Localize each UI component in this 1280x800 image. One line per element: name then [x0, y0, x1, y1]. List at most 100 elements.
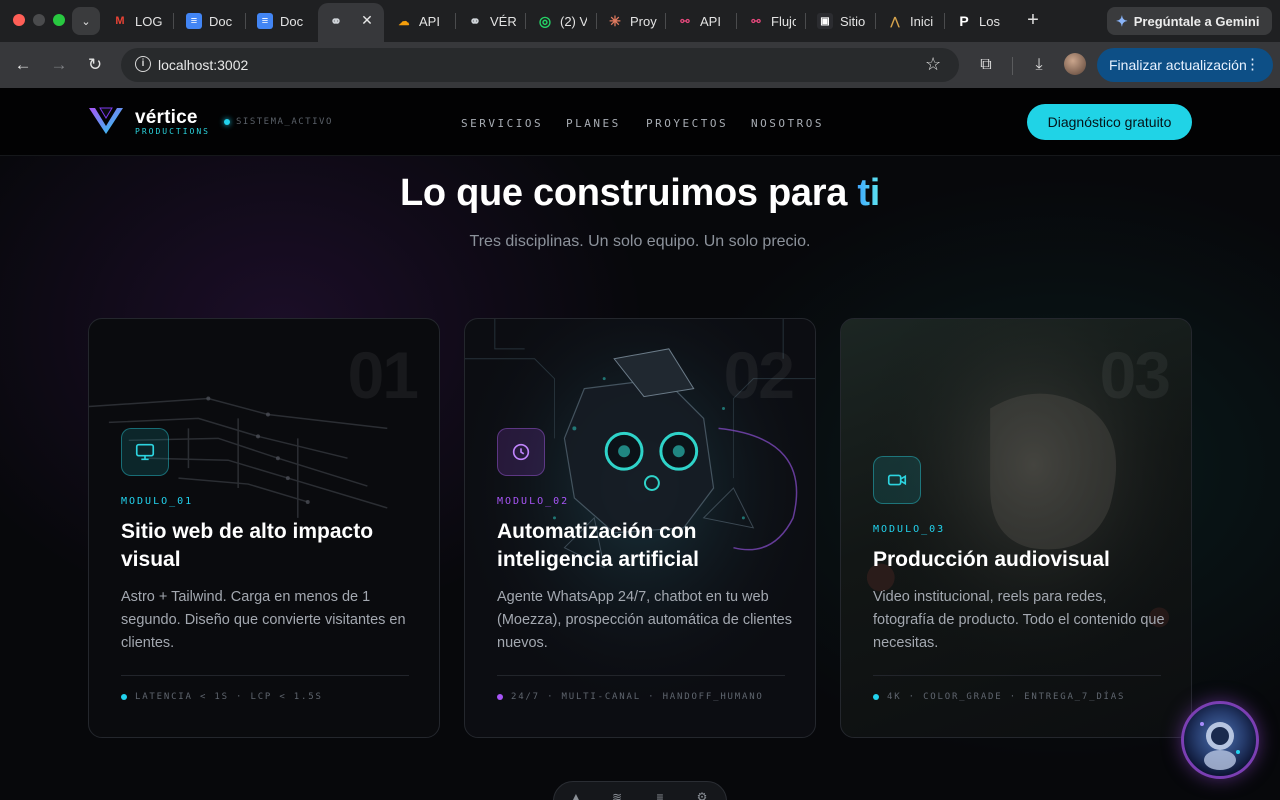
toolbar-divider: [1012, 57, 1013, 75]
menu-lines-icon[interactable]: ≡: [652, 790, 668, 800]
title-accent: ti: [857, 172, 880, 214]
chat-assistant-avatar[interactable]: [1181, 701, 1259, 779]
astronaut-icon: [1200, 722, 1240, 770]
tab-separator: [525, 13, 526, 29]
nav-planes[interactable]: PLANES: [566, 117, 621, 130]
p-icon: P: [959, 13, 969, 29]
tech-dock: ▲ ≋ ≡ ⚙: [553, 781, 727, 800]
download-icon[interactable]: ⤓: [1028, 54, 1050, 76]
tab-separator: [245, 13, 246, 29]
extensions-icon[interactable]: ⧉: [975, 54, 997, 76]
card-description: Video institucional, reels para redes, f…: [873, 589, 1165, 651]
tab-api-1[interactable]: ☁ API: [396, 7, 446, 35]
nav-proyectos[interactable]: PROYECTOS: [646, 117, 728, 130]
new-tab-button[interactable]: +: [1024, 10, 1042, 30]
free-diagnosis-button[interactable]: Diagnóstico gratuito: [1027, 104, 1192, 140]
flow-icon: ⚯: [680, 15, 690, 28]
whatsapp-icon: ◎: [538, 12, 552, 29]
card-meta: 4K · COLOR_GRADE · ENTREGA_7_DÍAS: [873, 692, 1125, 702]
website-viewport: vértice PRODUCTIONS SISTEMA_ACTIVO SERVI…: [0, 88, 1280, 800]
flow-icon: ⚯: [751, 15, 761, 28]
tab-flujo[interactable]: ⚯ Flujo: [748, 7, 796, 35]
service-card-web[interactable]: 01 MODULO_01 Sitio web de alto impacto v…: [88, 318, 440, 738]
card-icon-box: [873, 456, 921, 504]
address-bar-url[interactable]: localhost:3002: [158, 57, 248, 73]
window-maximize-button[interactable]: [53, 14, 65, 26]
vertice-logo-icon[interactable]: [88, 106, 124, 136]
clock-icon: [512, 443, 530, 461]
tab-separator: [944, 13, 945, 29]
card-meta-text: 24/7 · MULTI-CANAL · HANDOFF_HUMANO: [511, 692, 764, 702]
arrow-right-icon: →: [50, 55, 68, 74]
tab-inicio[interactable]: ⋀ Inici: [887, 7, 935, 35]
card-meta-text: 4K · COLOR_GRADE · ENTREGA_7_DÍAS: [887, 692, 1126, 702]
globe-icon: ⚭: [330, 12, 342, 29]
section-subtitle: Tres disciplinas. Un solo equipo. Un sol…: [469, 233, 811, 250]
cloud-icon: ☁: [398, 15, 410, 28]
sparkle-icon: ✳: [609, 12, 621, 29]
window-close-button[interactable]: [13, 14, 25, 26]
card-divider: [873, 675, 1161, 676]
robot-icon: ▣: [817, 13, 833, 29]
site-header: vértice PRODUCTIONS SISTEMA_ACTIVO SERVI…: [0, 88, 1280, 156]
service-card-automation[interactable]: 02 MODULO_02 Automatización con intelige…: [464, 318, 816, 738]
finish-update-button[interactable]: Finalizar actualización ⋮: [1097, 48, 1273, 82]
back-button[interactable]: ←: [12, 54, 34, 76]
video-camera-icon: [887, 474, 907, 486]
browser-toolbar: ← → ↻ i localhost:3002 ☆ ⧉ ⤓ Finalizar a…: [0, 42, 1280, 88]
meta-dot: [121, 694, 127, 700]
tab-separator: [665, 13, 666, 29]
card-number: 01: [347, 338, 419, 412]
tab-close-button[interactable]: ✕: [359, 12, 375, 28]
forward-button[interactable]: →: [48, 54, 70, 76]
card-number: 03: [1099, 338, 1171, 412]
tab-los[interactable]: P Los: [956, 7, 1004, 35]
profile-avatar[interactable]: [1064, 53, 1086, 75]
tab-whatsapp[interactable]: ◎ (2) V: [537, 7, 587, 35]
tab-docs-1[interactable]: ≡ Doc: [186, 7, 236, 35]
meta-dot: [873, 694, 879, 700]
card-meta: LATENCIA < 1S · LCP < 1.5S: [121, 692, 323, 702]
system-status: SISTEMA_ACTIVO: [224, 117, 333, 127]
wind-icon[interactable]: ≋: [609, 790, 625, 800]
gemini-button[interactable]: ✦ Pregúntale a Gemini: [1107, 7, 1272, 35]
astro-icon[interactable]: ▲: [568, 790, 584, 800]
tab-gmail[interactable]: M LOG: [112, 7, 164, 35]
card-divider: [121, 675, 409, 676]
more-vertical-icon: ⋮: [1245, 56, 1260, 73]
reload-icon: ↻: [87, 55, 103, 74]
card-meta: 24/7 · MULTI-CANAL · HANDOFF_HUMANO: [497, 692, 764, 702]
tab-docs-2[interactable]: ≡ Doc: [257, 7, 307, 35]
monitor-icon: [135, 443, 155, 461]
address-bar[interactable]: i localhost:3002 ☆: [121, 48, 959, 82]
card-module-label: MODULO_02: [497, 496, 570, 507]
arrow-left-icon: ←: [14, 55, 32, 74]
card-description: Agente WhatsApp 24/7, chatbot en tu web …: [497, 589, 792, 651]
gmail-icon: M: [115, 15, 125, 27]
tab-separator: [805, 13, 806, 29]
bookmark-star-icon[interactable]: ☆: [925, 54, 941, 75]
tab-active-favicon: ⚭: [328, 7, 348, 35]
tab-vertice[interactable]: ⚭ VÉR: [467, 7, 517, 35]
site-info-icon[interactable]: i: [135, 56, 151, 72]
window-minimize-button[interactable]: [33, 14, 45, 26]
gear-icon[interactable]: ⚙: [694, 790, 710, 800]
globe-icon: ⚭: [469, 12, 481, 29]
card-title: Automatización con inteligencia artifici…: [497, 520, 699, 571]
service-card-audiovisual[interactable]: 03 MODULO_03 Producción audiovisual Vide…: [840, 318, 1192, 738]
reload-button[interactable]: ↻: [84, 54, 106, 76]
nav-nosotros[interactable]: NOSOTROS: [751, 117, 824, 130]
card-icon-box: [497, 428, 545, 476]
tab-search-button[interactable]: ⌄: [72, 7, 100, 35]
brand-name[interactable]: vértice: [135, 107, 198, 129]
meta-dot: [497, 694, 503, 700]
triangle-icon: ⋀: [890, 15, 900, 28]
card-divider: [497, 675, 785, 676]
tab-sitio[interactable]: ▣ Sitio: [817, 7, 867, 35]
card-description: Astro + Tailwind. Carga en menos de 1 se…: [121, 589, 406, 651]
brand-subtitle: PRODUCTIONS: [135, 127, 210, 136]
tab-api-2[interactable]: ⚯ API: [677, 7, 727, 35]
card-number: 02: [723, 338, 795, 412]
nav-servicios[interactable]: SERVICIOS: [461, 117, 543, 130]
tab-proyectos[interactable]: ✳ Proy: [607, 7, 657, 35]
